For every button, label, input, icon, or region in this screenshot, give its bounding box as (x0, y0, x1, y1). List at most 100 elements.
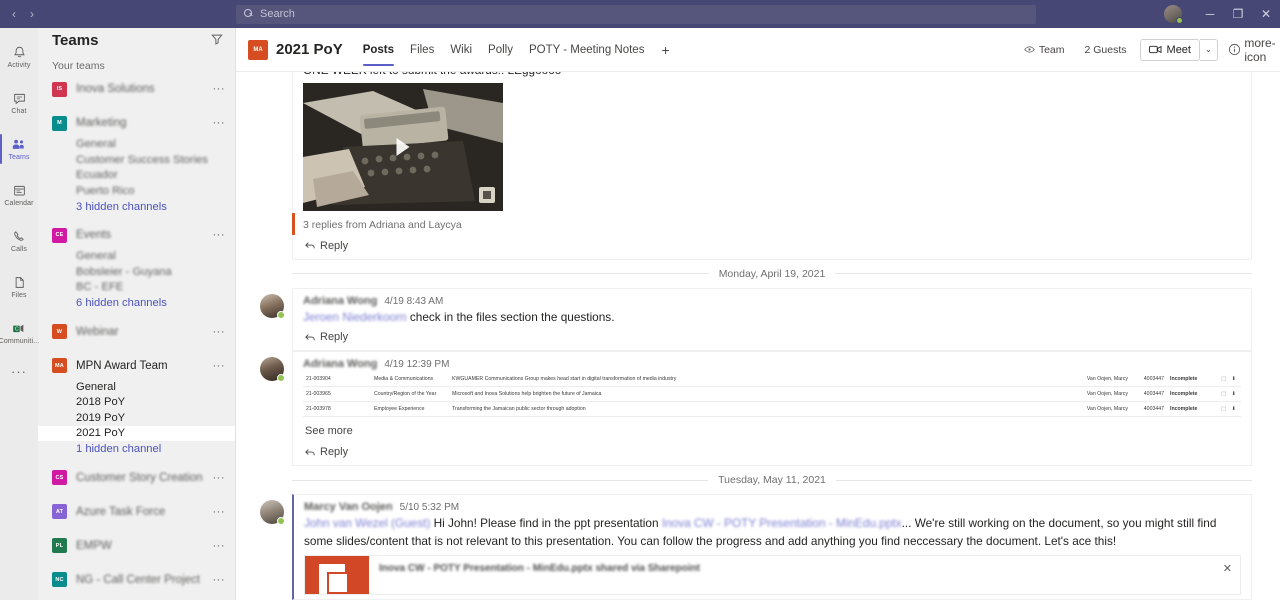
day-divider: Monday, April 19, 2021 (236, 260, 1280, 288)
presence-indicator (1176, 17, 1183, 24)
channel-row[interactable]: Ecuador (38, 168, 235, 184)
rail-item-teams[interactable]: Teams (0, 128, 38, 170)
maximize-button[interactable]: ❐ (1224, 0, 1252, 28)
team-row[interactable]: M Marketing ··· (38, 110, 235, 137)
see-more-link[interactable]: See more (303, 417, 1241, 441)
hidden-channels-link[interactable]: 6 hidden channels (38, 295, 235, 311)
search-input[interactable]: Search (236, 4, 1036, 24)
tab-posts[interactable]: Posts (355, 28, 402, 72)
message-bubble: Marcy Van Oojen 5/10 5:32 PM John van Weze… (292, 494, 1252, 600)
tab-polly[interactable]: Polly (480, 28, 521, 72)
tab-wiki[interactable]: Wiki (442, 28, 480, 72)
more-options-icon[interactable]: more-icon (1244, 36, 1275, 64)
meet-dropdown-button[interactable]: ⌄ (1200, 38, 1218, 61)
avatar[interactable] (260, 357, 285, 383)
team-more-icon[interactable]: ··· (213, 117, 226, 129)
team-row[interactable]: CS Customer Story Creation for IUROLEA...… (38, 464, 235, 491)
channel-row[interactable]: 2019 PoY (38, 410, 235, 426)
team-row[interactable]: W Webinar ··· (38, 318, 235, 345)
channel-row[interactable]: Puerto Rico (38, 183, 235, 199)
rail-label: Chat (11, 108, 27, 115)
file-card-body: Inova CW - POTY Presentation - MinEdu.pp… (369, 556, 1240, 594)
mention[interactable]: Jeroen Niederkoorn (303, 310, 407, 324)
divider-line (292, 479, 709, 481)
team-row[interactable]: IS Inova Solutions ··· (38, 76, 235, 103)
cell-title: Transforming the Jamaican public sector … (449, 401, 1069, 418)
rail-more-button[interactable]: ··· (11, 364, 27, 379)
avatar-column (252, 72, 292, 260)
rail-item-calendar[interactable]: Calendar (0, 174, 38, 216)
table-row[interactable]: 21-003904 Media & Communications KWGUAMER … (303, 372, 1241, 388)
rail-label: Communiti... (0, 338, 40, 345)
user-avatar[interactable] (1164, 5, 1183, 24)
rail-item-calls[interactable]: Calls (0, 220, 38, 262)
timestamp: 4/19 8:43 AM (384, 295, 444, 307)
team-row[interactable]: NC NG - Call Center Project ··· (38, 566, 235, 593)
meet-button[interactable]: Meet (1139, 38, 1200, 61)
team-pill[interactable]: Team (1017, 41, 1072, 59)
gif-attachment[interactable] (303, 82, 503, 211)
back-icon[interactable]: ‹ (12, 8, 16, 20)
filter-icon[interactable] (211, 33, 223, 48)
tab-poty-meeting-notes[interactable]: POTY - Meeting Notes (521, 28, 652, 72)
team-row[interactable]: AT Azure Task Force ··· (38, 498, 235, 525)
reply-button[interactable]: Reply (303, 326, 1241, 346)
team-row[interactable]: CE Events ··· (38, 222, 235, 249)
avatar[interactable] (260, 293, 285, 319)
hidden-channels-link[interactable]: 3 hidden channels (38, 199, 235, 215)
file-link[interactable]: Inova CW - POTY Presentation - MinEdu.pp… (662, 516, 902, 530)
tab-files[interactable]: Files (402, 28, 442, 72)
forward-icon[interactable]: › (30, 8, 34, 20)
avatar[interactable] (260, 500, 285, 526)
close-button[interactable]: ✕ (1252, 0, 1280, 28)
channel-row[interactable]: BC - EFE (38, 280, 235, 296)
team-more-icon[interactable]: ··· (213, 540, 226, 552)
hidden-channels-link[interactable]: 1 hidden channel (38, 441, 235, 457)
channel-row[interactable]: General (38, 379, 235, 395)
teams-app-window: ‹ › Search ─ ❐ ✕ Activity Chat Teams Cal… (0, 0, 1280, 600)
rail-item-files[interactable]: Files (0, 266, 38, 308)
channel-row[interactable]: General (38, 137, 235, 153)
message: Adriana Wong 4/19 12:39 PM 21-003904 Media … (236, 351, 1280, 467)
channel-row[interactable]: 2018 PoY (38, 395, 235, 411)
team-row[interactable]: PL EMPW ··· (38, 532, 235, 559)
add-tab-button[interactable]: + (652, 42, 678, 58)
rail-item-activity[interactable]: Activity (0, 36, 38, 78)
awards-table[interactable]: 21-003904 Media & Communications KWGUAMER … (303, 372, 1241, 418)
team-more-icon[interactable]: ··· (213, 326, 226, 338)
rail-item-chat[interactable]: Chat (0, 82, 38, 124)
team-more-icon[interactable]: ··· (213, 506, 226, 518)
app-rail: Activity Chat Teams Calendar Calls Files… (0, 28, 40, 600)
file-attachment-card[interactable]: Inova CW - POTY Presentation - MinEdu.pp… (304, 554, 1241, 595)
reply-button[interactable]: Reply (303, 235, 1241, 255)
divider-line (292, 273, 709, 275)
guests-pill[interactable]: 2 Guests (1078, 41, 1134, 59)
team-row[interactable]: MA MPN Award Team ··· (38, 352, 235, 379)
powerpoint-icon (305, 555, 369, 594)
channel-row[interactable]: General (38, 249, 235, 265)
mention[interactable]: John van Wezel (Guest) (304, 516, 430, 530)
team-avatar: MA (52, 358, 67, 373)
channel-row[interactable]: Customer Success Stories (38, 152, 235, 168)
channel-row[interactable]: 2021 PoY (38, 425, 235, 441)
table-row[interactable]: 21-003965 Country/Region of the Year Micro… (303, 386, 1241, 403)
team-avatar: CS (52, 470, 67, 485)
channel-row[interactable]: Bobsleier - Guyana (38, 264, 235, 280)
cell-owner: Van Oojen, Marcy (1069, 386, 1131, 403)
team-more-icon[interactable]: ··· (213, 83, 226, 95)
play-icon[interactable] (396, 137, 410, 156)
reply-label: Reply (320, 331, 349, 344)
team-more-icon[interactable]: ··· (213, 229, 226, 241)
minimize-button[interactable]: ─ (1196, 0, 1224, 28)
rail-item-communities[interactable]: C Communiti... (0, 312, 40, 354)
close-icon[interactable]: ✕ (1223, 562, 1232, 575)
info-icon[interactable] (1224, 40, 1244, 60)
team-more-icon[interactable]: ··· (213, 360, 226, 372)
thread-replies-link[interactable]: 3 replies from Adriana and Laycya (292, 212, 1241, 235)
message-feed[interactable]: Victor Rivera in the files you can find … (236, 72, 1280, 600)
team-more-icon[interactable]: ··· (213, 574, 226, 586)
reply-button[interactable]: Reply (303, 441, 1241, 461)
table-row[interactable]: 21-003978 Employee Experience Transforming… (303, 401, 1241, 418)
team-more-icon[interactable]: ··· (213, 472, 226, 484)
